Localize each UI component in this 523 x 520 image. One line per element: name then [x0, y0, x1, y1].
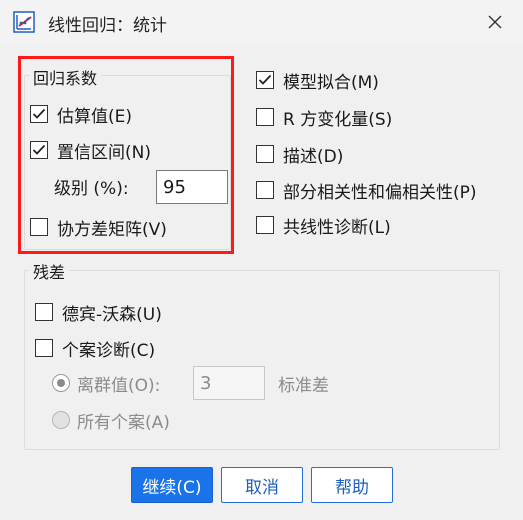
help-button[interactable]: 帮助 — [311, 467, 393, 503]
cancel-button[interactable]: 取消 — [221, 467, 303, 503]
collinearity-checkbox[interactable] — [256, 216, 274, 234]
outliers-unit-label: 标准差 — [278, 375, 329, 396]
part-partial-checkbox[interactable] — [256, 181, 274, 199]
window-title: 线性回归：统计 — [48, 16, 167, 36]
collinearity-checkbox-row[interactable]: 共线性诊断(L) — [256, 212, 391, 238]
part-partial-checkbox-row[interactable]: 部分相关性和偏相关性(P) — [256, 177, 477, 203]
all-cases-radio-row[interactable]: 所有个案(A) — [52, 407, 170, 433]
radio-selected-dot — [57, 379, 65, 387]
collinearity-label: 共线性诊断(L) — [283, 217, 391, 238]
model-fit-checkbox-row[interactable]: 模型拟合(M) — [256, 67, 379, 93]
outliers-label: 离群值(O): — [77, 375, 161, 396]
casewise-checkbox[interactable] — [35, 339, 53, 357]
all-cases-radio[interactable] — [52, 411, 70, 429]
model-fit-label: 模型拟合(M) — [283, 72, 379, 93]
casewise-checkbox-row[interactable]: 个案诊断(C) — [35, 335, 155, 361]
all-cases-label: 所有个案(A) — [77, 412, 170, 433]
model-fit-checkbox[interactable] — [256, 71, 274, 89]
descriptives-checkbox[interactable] — [256, 145, 274, 163]
outliers-radio-row[interactable]: 离群值(O): — [52, 370, 160, 396]
r-squared-change-checkbox[interactable] — [256, 108, 274, 126]
durbin-watson-checkbox-row[interactable]: 德宾-沃森(U) — [35, 299, 162, 325]
regression-icon — [13, 11, 35, 33]
highlight-box — [18, 56, 234, 254]
outliers-radio[interactable] — [52, 374, 70, 392]
close-icon[interactable] — [478, 6, 512, 38]
checkmark-icon — [258, 74, 272, 85]
durbin-watson-checkbox[interactable] — [35, 303, 53, 321]
part-partial-label: 部分相关性和偏相关性(P) — [283, 182, 477, 203]
descriptives-checkbox-row[interactable]: 描述(D) — [256, 141, 343, 167]
descriptives-label: 描述(D) — [283, 146, 344, 167]
residuals-legend: 残差 — [29, 259, 70, 283]
r-squared-change-label: R 方变化量(S) — [283, 109, 393, 130]
outliers-input[interactable]: 3 — [193, 366, 265, 400]
r-squared-change-checkbox-row[interactable]: R 方变化量(S) — [256, 104, 392, 130]
continue-button[interactable]: 继续(C) — [131, 467, 213, 503]
durbin-watson-label: 德宾-沃森(U) — [62, 304, 162, 325]
outliers-unit-row: 标准差 — [278, 370, 329, 396]
casewise-label: 个案诊断(C) — [62, 340, 156, 361]
